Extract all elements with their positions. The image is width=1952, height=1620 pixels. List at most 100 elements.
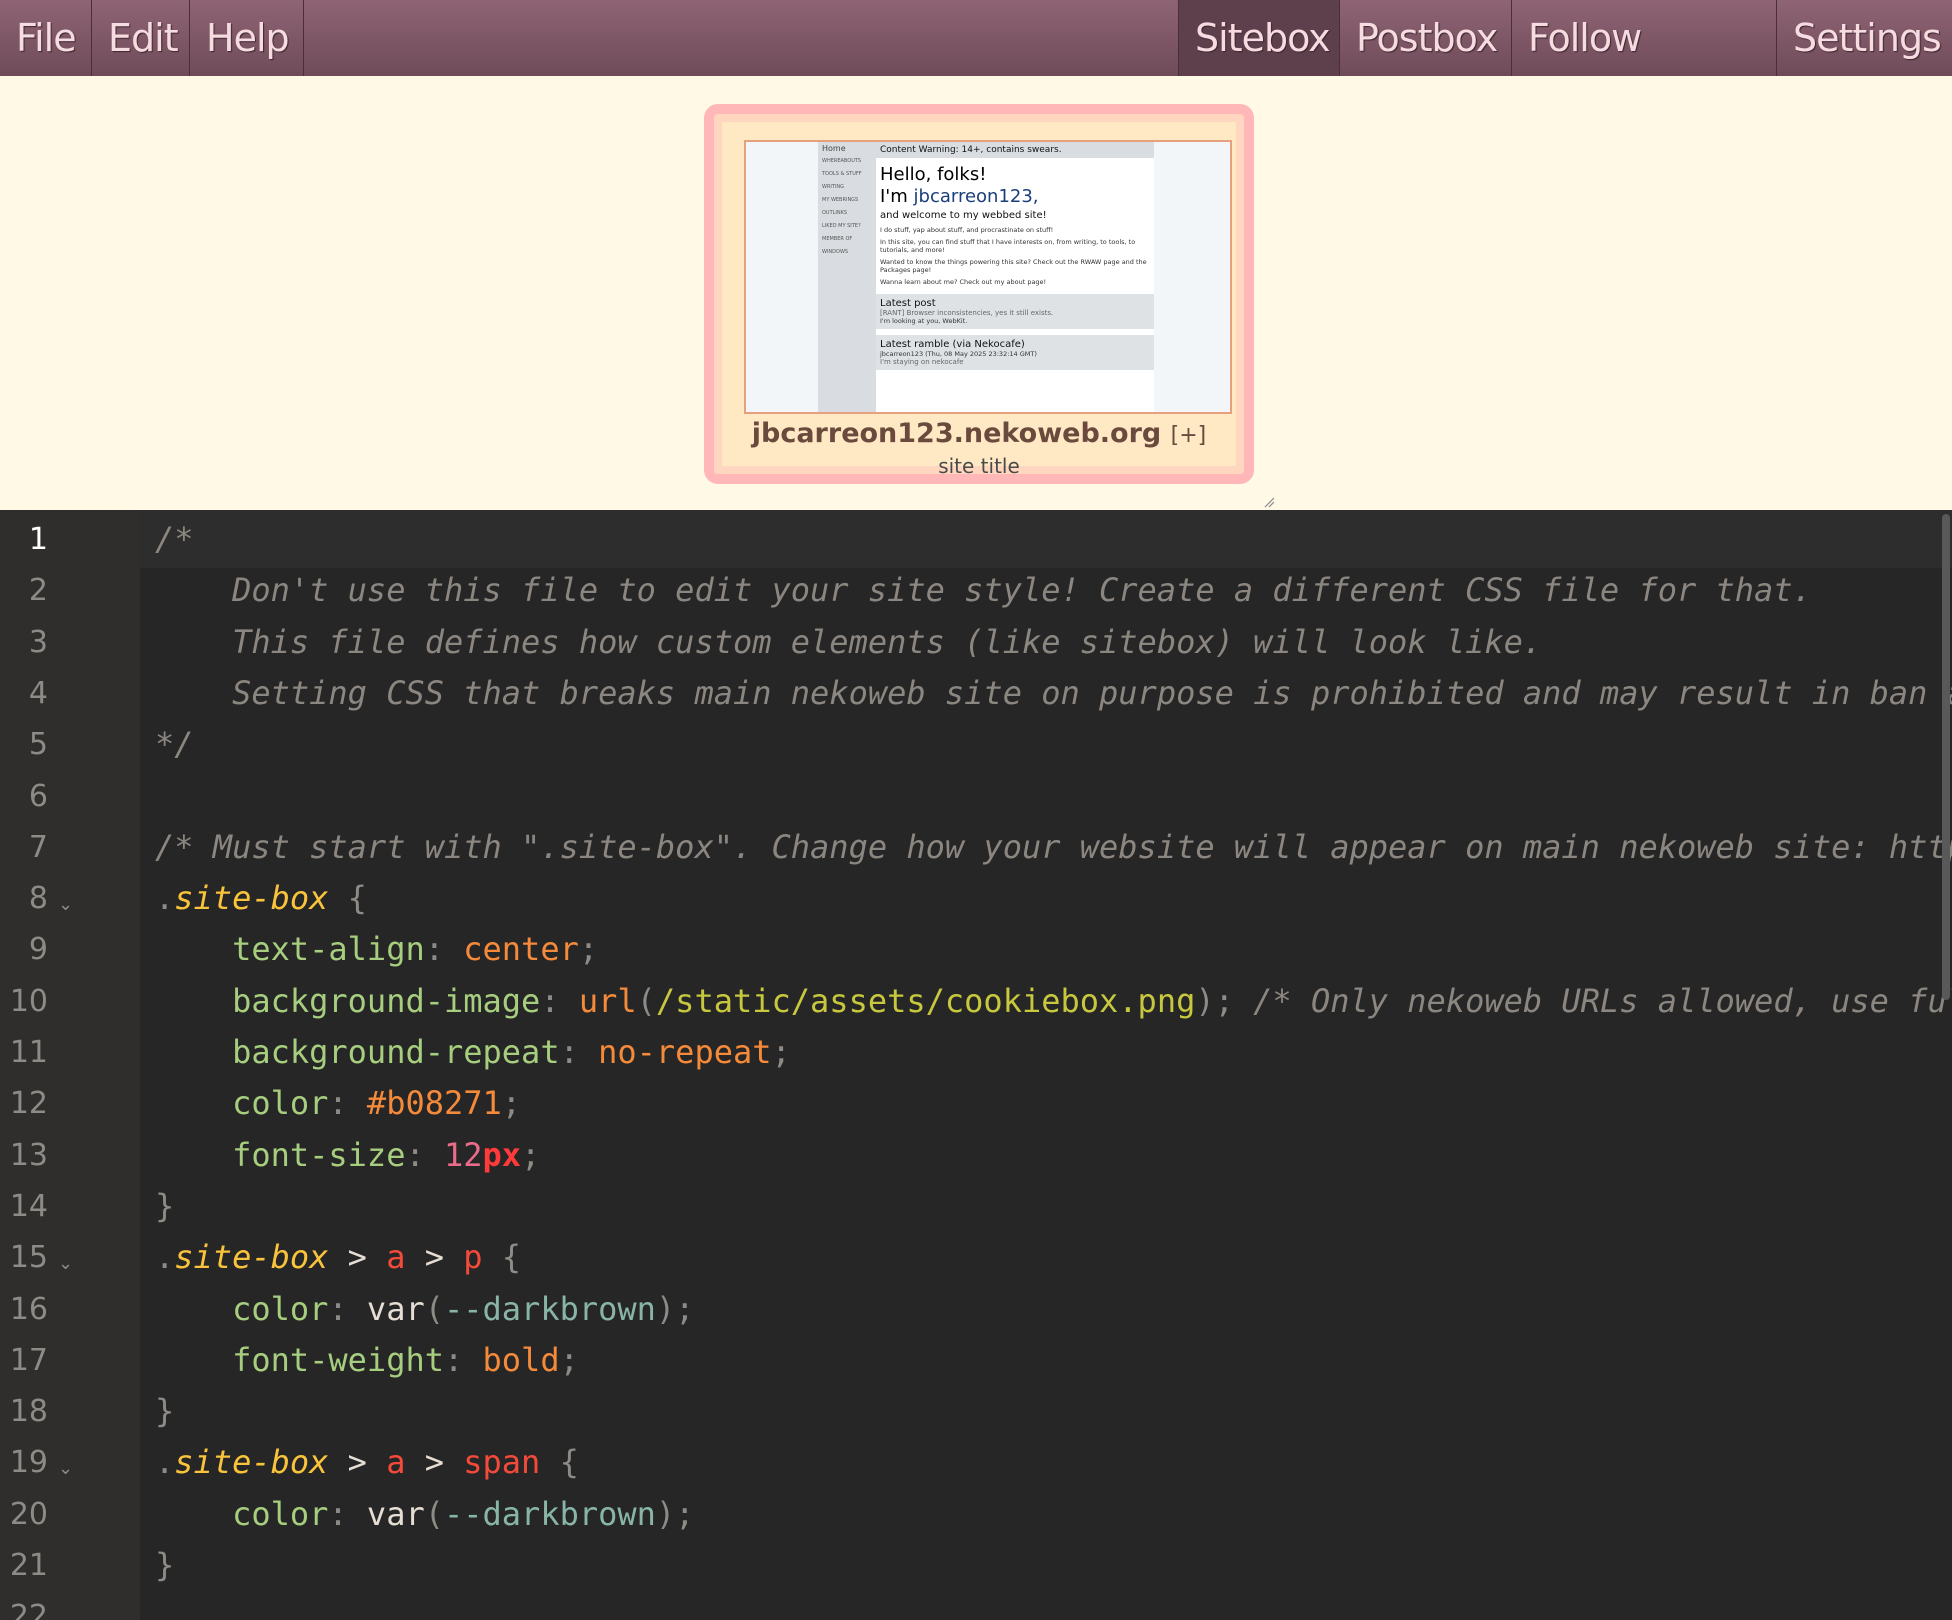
code-text[interactable]: } <box>155 1181 174 1232</box>
code-token: a <box>386 1238 406 1277</box>
code-text[interactable]: /* <box>155 514 194 565</box>
code-text[interactable]: } <box>155 1540 174 1591</box>
code-token: site-box <box>174 1238 329 1277</box>
code-line[interactable]: 15 ⌄ .site-box > a > p { <box>0 1232 1952 1283</box>
code-token: ); <box>1195 981 1254 1020</box>
code-text[interactable]: .site-box { <box>155 873 367 924</box>
css-code-editor[interactable]: 1 /* 2 Don't use this file to edit your si… <box>0 510 1952 1620</box>
code-text[interactable]: color: var(--darkbrown); <box>155 1489 694 1540</box>
code-line[interactable]: 10 background-image: url(/static/assets/… <box>0 976 1952 1027</box>
code-text[interactable]: font-size: 12px; <box>155 1130 540 1181</box>
menu-help[interactable]: Help <box>190 0 304 76</box>
thumb-nav-item: LIKED MY SITE? <box>822 223 861 229</box>
menu-edit[interactable]: Edit <box>92 0 190 76</box>
code-token: This file defines how custom elements (l… <box>155 622 1543 661</box>
line-number: 10 <box>9 983 48 1019</box>
code-token: --darkbrown <box>443 1494 656 1533</box>
code-line[interactable]: 6 <box>0 771 1952 822</box>
code-line[interactable]: 13 font-size: 12px; <box>0 1130 1952 1181</box>
editor-scrollbar[interactable] <box>1942 514 1950 1000</box>
fold-chevron-icon[interactable]: ⌄ <box>58 1238 73 1289</box>
code-token: p <box>463 1238 483 1277</box>
code-token: #b08271 <box>366 1084 502 1123</box>
line-number: 3 <box>28 624 48 660</box>
code-line[interactable]: 4 Setting CSS that breaks main nekoweb s… <box>0 668 1952 719</box>
code-line[interactable]: 11 background-repeat: no-repeat; <box>0 1027 1952 1078</box>
code-token: { <box>540 1443 579 1482</box>
code-line[interactable]: 17 font-weight: bold; <box>0 1335 1952 1386</box>
code-text[interactable]: } <box>155 1386 174 1437</box>
menu-file[interactable]: File <box>0 0 92 76</box>
line-number: 17 <box>9 1342 48 1378</box>
code-line[interactable]: 8 ⌄ .site-box { <box>0 873 1952 924</box>
code-text[interactable]: background-repeat: no-repeat; <box>155 1027 791 1078</box>
code-token: { <box>328 879 367 918</box>
code-text[interactable]: /* Must start with ".site-box". Change h… <box>155 822 1952 873</box>
code-token: --darkbrown <box>443 1289 656 1328</box>
code-token: color <box>232 1289 329 1328</box>
code-text[interactable]: This file defines how custom elements (l… <box>155 617 1542 668</box>
code-line[interactable]: 12 color: #b08271; <box>0 1078 1952 1129</box>
line-number: 16 <box>9 1291 48 1327</box>
code-token: : <box>328 1289 367 1328</box>
code-token: ( <box>636 981 656 1020</box>
code-line[interactable]: 2 Don't use this file to edit your site … <box>0 565 1952 616</box>
code-text[interactable]: text-align: center; <box>155 924 598 975</box>
code-text[interactable]: Don't use this file to edit your site st… <box>155 565 1812 616</box>
code-line[interactable]: 22 <box>0 1591 1952 1620</box>
code-line[interactable]: 3 This file defines how custom elements … <box>0 617 1952 668</box>
thumb-nav-item: WHEREABOUTS <box>822 158 862 164</box>
code-line[interactable]: 9 text-align: center; <box>0 924 1952 975</box>
code-line[interactable]: 19 ⌄ .site-box > a > span { <box>0 1437 1952 1488</box>
code-line[interactable]: 7 /* Must start with ".site-box". Change … <box>0 822 1952 873</box>
code-token: /* Must start with ".site-box". Change h… <box>155 827 1952 866</box>
line-number: 6 <box>28 778 48 814</box>
fold-chevron-icon[interactable]: ⌄ <box>58 879 73 930</box>
tab-sitebox[interactable]: Sitebox <box>1178 0 1340 76</box>
code-line[interactable]: 14} <box>0 1181 1952 1232</box>
code-line[interactable]: 21} <box>0 1540 1952 1591</box>
code-line[interactable]: 18} <box>0 1386 1952 1437</box>
code-line[interactable]: 20 color: var(--darkbrown); <box>0 1489 1952 1540</box>
code-token: bold <box>482 1340 560 1379</box>
code-text[interactable]: Setting CSS that breaks main nekoweb sit… <box>155 668 1952 719</box>
code-line[interactable]: 16 color: var(--darkbrown); <box>0 1284 1952 1335</box>
code-text[interactable]: */ <box>155 719 194 770</box>
code-text[interactable]: font-weight: bold; <box>155 1335 579 1386</box>
code-text[interactable]: .site-box > a > p { <box>155 1232 521 1283</box>
sitebox-preview[interactable]: Home WHEREABOUTS TOOLS & STUFF WRITING M… <box>704 104 1254 484</box>
follow-plus-button[interactable]: [+] <box>1171 423 1207 448</box>
code-text[interactable]: background-image: url(/static/assets/coo… <box>155 976 1952 1027</box>
code-line[interactable]: 1 /* <box>0 514 1952 565</box>
code-text[interactable]: color: var(--darkbrown); <box>155 1284 694 1335</box>
site-url[interactable]: jbcarreon123.nekoweb.org [+] <box>714 418 1244 449</box>
tab-follow-button[interactable]: Follow Button <box>1512 0 1777 136</box>
code-token: : <box>443 1340 483 1379</box>
code-token: /* Only nekoweb URLs allowed, use ful <box>1253 981 1952 1020</box>
fold-chevron-icon[interactable]: ⌄ <box>58 1443 73 1494</box>
thumb-ramble-title: Latest ramble (via Nekocafe) <box>880 339 1025 350</box>
code-token: span <box>463 1443 541 1482</box>
code-token: ; <box>771 1033 791 1071</box>
tab-settings[interactable]: Settings <box>1777 0 1952 76</box>
code-token: . <box>155 1238 175 1277</box>
code-line[interactable]: 5 */ <box>0 719 1952 770</box>
code-token: : <box>328 1494 367 1533</box>
site-url-text[interactable]: jbcarreon123.nekoweb.org <box>752 418 1161 449</box>
code-text[interactable]: color: #b08271; <box>155 1078 521 1129</box>
tab-postbox[interactable]: Postbox <box>1340 0 1512 76</box>
line-number: 20 <box>9 1496 48 1532</box>
line-number: 4 <box>28 675 48 711</box>
code-token: url <box>578 981 637 1020</box>
line-number: 12 <box>9 1086 48 1122</box>
code-token: px <box>482 1135 522 1174</box>
code-token: > <box>328 1238 387 1277</box>
resize-handle-icon[interactable] <box>1263 496 1275 508</box>
code-token: font-size <box>232 1135 406 1174</box>
code-token: center <box>463 930 579 969</box>
code-text[interactable]: .site-box > a > span { <box>155 1437 579 1488</box>
